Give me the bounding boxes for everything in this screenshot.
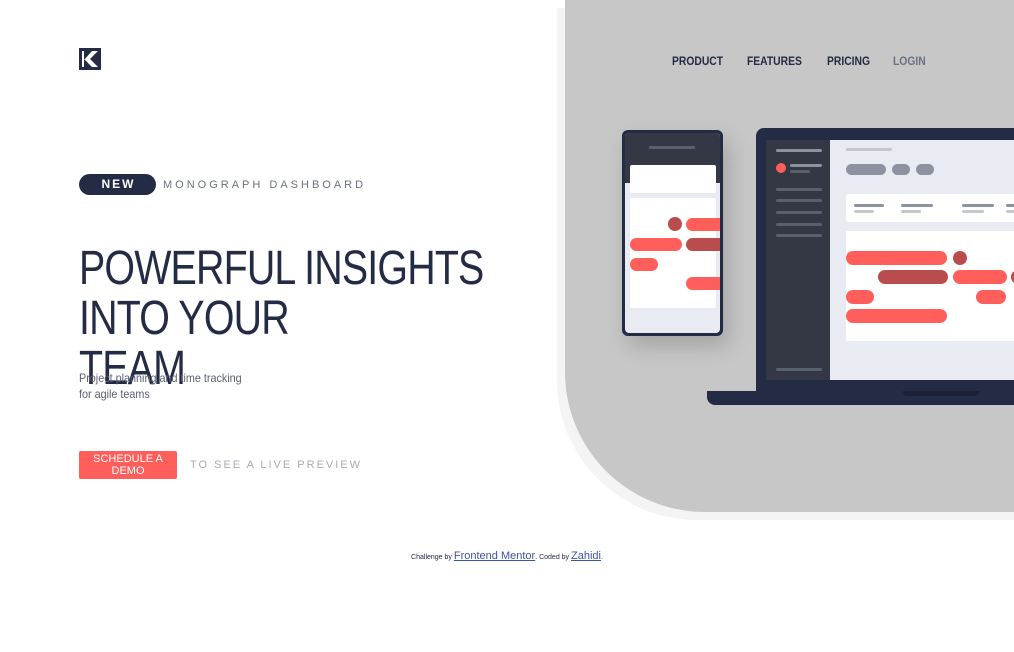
header-cell xyxy=(901,204,933,207)
phone-card-tasks xyxy=(630,198,716,308)
attribution-prefix: Challenge by xyxy=(411,554,452,561)
header-cell xyxy=(1006,204,1014,207)
sidebar-bar xyxy=(776,368,822,371)
login-link[interactable]: LOGIN xyxy=(893,54,926,68)
timeline-bar xyxy=(846,309,947,323)
content-timeline-card xyxy=(846,231,1014,341)
live-preview-link[interactable]: TO SEE A LIVE PREVIEW xyxy=(190,459,362,471)
sidebar-bar xyxy=(776,199,822,202)
phone-task-bar xyxy=(630,258,658,271)
monograph-logo-icon xyxy=(79,48,101,70)
author-link[interactable]: Zahidi xyxy=(571,550,601,562)
sidebar-avatar-dot xyxy=(776,163,786,173)
nav-product[interactable]: PRODUCT xyxy=(672,54,723,68)
content-title-bar xyxy=(846,148,892,151)
laptop-notch xyxy=(903,391,979,396)
header-cell xyxy=(962,204,994,207)
timeline-bar xyxy=(976,290,1006,304)
phone-task-bar xyxy=(686,238,720,251)
frontend-mentor-link[interactable]: Frontend Mentor xyxy=(454,550,535,562)
sidebar-bar xyxy=(776,211,822,214)
hero-subtext: Project planning and time tracking for a… xyxy=(79,370,242,402)
timeline-bar xyxy=(846,251,947,265)
laptop-sidebar xyxy=(766,140,830,380)
laptop-screen xyxy=(766,140,1014,380)
header-cell xyxy=(962,210,984,213)
main-nav: PRODUCT FEATURES PRICING xyxy=(672,54,877,68)
sidebar-bar xyxy=(790,164,822,167)
timeline-bar xyxy=(953,270,1007,284)
timeline-bar xyxy=(878,270,948,284)
phone-header-line xyxy=(649,146,695,149)
attribution-middle: . Coded by xyxy=(535,554,570,561)
nav-features[interactable]: FEATURES xyxy=(747,54,802,68)
timeline-dot xyxy=(953,251,967,265)
product-tag: NEW MONOGRAPH DASHBOARD xyxy=(79,174,366,195)
product-tagline: MONOGRAPH DASHBOARD xyxy=(163,178,367,191)
header-cell xyxy=(901,210,921,213)
header-cell xyxy=(854,210,874,213)
phone-screen xyxy=(625,133,720,333)
sidebar-bar xyxy=(776,234,822,237)
content-chip xyxy=(892,164,910,175)
subtext-line-2: for agile teams xyxy=(79,387,150,401)
content-header-card xyxy=(846,194,1014,222)
header-cell xyxy=(854,204,884,207)
attribution-suffix: . xyxy=(600,554,603,561)
sidebar-bar xyxy=(776,149,822,152)
sidebar-bar xyxy=(776,188,822,191)
timeline-bar xyxy=(846,290,874,304)
headline-line-1: POWERFUL INSIGHTS INTO YOUR xyxy=(79,242,484,345)
subtext-line-1: Project planning and time tracking xyxy=(79,371,242,385)
content-chip xyxy=(846,164,886,175)
sidebar-bar xyxy=(776,223,822,226)
content-chip xyxy=(916,164,934,175)
nav-pricing[interactable]: PRICING xyxy=(827,54,870,68)
phone-task-bar xyxy=(686,218,720,231)
phone-mockup xyxy=(622,130,723,336)
phone-task-bar xyxy=(630,238,682,251)
phone-task-bar xyxy=(686,277,720,290)
phone-task-dot xyxy=(668,217,682,231)
schedule-demo-button[interactable]: SCHEDULE A DEMO xyxy=(79,451,177,479)
attribution: Challenge by Frontend Mentor. Coded by Z… xyxy=(0,550,1014,562)
header-cell xyxy=(1006,210,1014,213)
new-badge: NEW xyxy=(79,174,156,195)
laptop-base xyxy=(707,391,1014,405)
phone-card-top xyxy=(630,165,716,193)
sidebar-bar xyxy=(790,170,810,173)
laptop-mockup xyxy=(756,128,1014,392)
logo[interactable] xyxy=(79,48,101,70)
cta-row: SCHEDULE A DEMO TO SEE A LIVE PREVIEW xyxy=(79,451,362,479)
